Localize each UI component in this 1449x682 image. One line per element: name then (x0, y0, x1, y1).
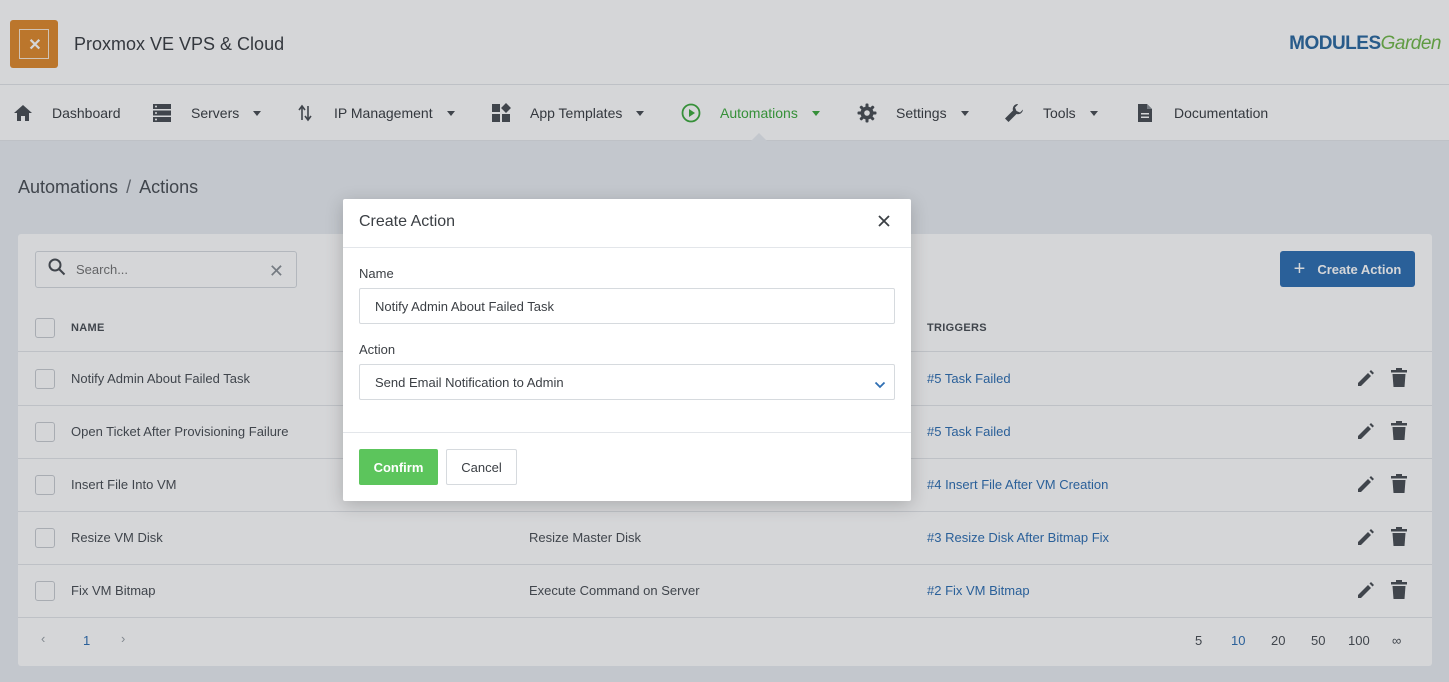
close-icon[interactable] (877, 214, 891, 233)
modal-footer: Confirm Cancel (343, 432, 911, 501)
chevron-down-icon (874, 377, 886, 392)
create-action-modal: Create Action Name Action Send Email Not… (343, 199, 911, 501)
action-label: Action (359, 342, 396, 357)
name-label: Name (359, 266, 394, 281)
modal-title: Create Action (359, 213, 456, 230)
name-input[interactable] (359, 288, 895, 324)
cancel-button[interactable]: Cancel (446, 449, 517, 485)
action-select-value: Send Email Notification to Admin (375, 375, 564, 390)
modal-header: Create Action (343, 199, 911, 248)
confirm-button[interactable]: Confirm (359, 449, 438, 485)
action-select[interactable]: Send Email Notification to Admin (359, 364, 895, 400)
